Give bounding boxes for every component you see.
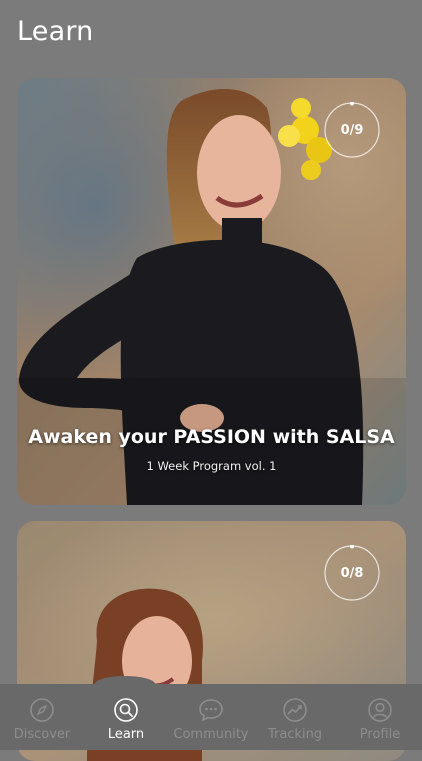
compass-icon — [30, 698, 54, 722]
tab-label: Learn — [107, 727, 145, 742]
progress-count: 0/8 — [340, 565, 364, 581]
progress-count: 0/9 — [340, 122, 364, 138]
user-icon — [368, 698, 392, 722]
tab-community[interactable]: Community — [169, 684, 253, 750]
page-title: Learn — [17, 16, 94, 47]
header: Learn — [0, 0, 422, 70]
tab-label: Profile — [359, 727, 401, 742]
program-card-salsa[interactable]: 0/9 Awaken your PASSION with SALSA 1 Wee… — [17, 78, 406, 505]
trend-icon — [283, 698, 307, 722]
tab-profile[interactable]: Profile — [338, 684, 422, 750]
tab-tracking[interactable]: Tracking — [253, 684, 337, 750]
progress-ring: 0/9 — [324, 102, 380, 158]
program-title: Awaken your PASSION with SALSA — [28, 426, 395, 448]
search-icon — [114, 698, 138, 722]
program-subtitle: 1 Week Program vol. 1 — [146, 459, 277, 473]
bottom-tab-bar: Discover Learn Community Tracking Profil… — [0, 684, 422, 750]
tab-label: Discover — [13, 727, 71, 742]
tab-discover[interactable]: Discover — [0, 684, 84, 750]
tab-label: Community — [173, 727, 249, 742]
progress-ring: 0/8 — [324, 545, 380, 601]
tab-label: Tracking — [267, 727, 323, 742]
chat-bubble-icon — [199, 699, 223, 722]
tab-learn[interactable]: Learn — [84, 684, 168, 750]
